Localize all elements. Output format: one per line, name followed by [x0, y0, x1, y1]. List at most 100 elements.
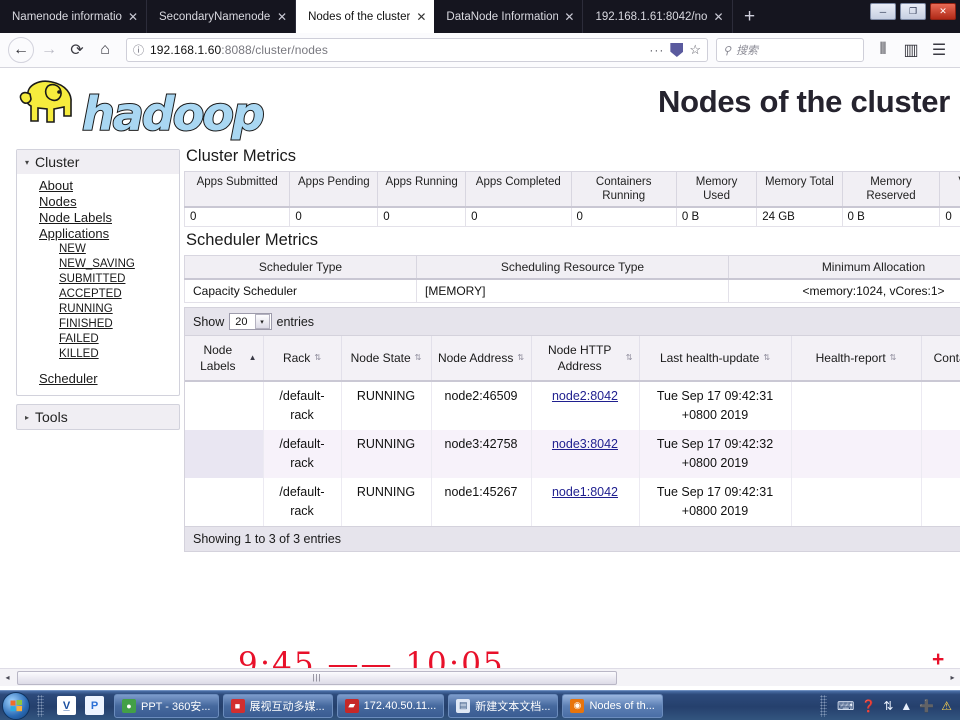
close-icon[interactable]: ✕ [713, 10, 723, 24]
powerpoint-icon[interactable]: P [85, 696, 104, 715]
sidebar-item-scheduler[interactable]: Scheduler [39, 371, 179, 387]
scroll-right-icon[interactable]: ▸ [945, 670, 960, 686]
library-icon[interactable]: ⦀ [870, 37, 896, 63]
chevron-down-icon[interactable]: ▾ [254, 314, 270, 329]
address-bar[interactable]: ⓘ 192.168.1.60:8088/cluster/nodes ··· ☆ [126, 38, 708, 62]
nodes-datatable: Show 20 ▾ entries Node Labels ▲ Rack ⇅ N… [184, 307, 960, 552]
taskbar-button-notepad[interactable]: ▤ 新建文本文档... [448, 693, 559, 718]
sort-icon[interactable]: ⇅ [626, 354, 633, 362]
th-last-health-update[interactable]: Last health-update ⇅ [639, 336, 792, 382]
th-containers[interactable]: Containers⇅ [921, 336, 960, 382]
sidebar-item-node-labels[interactable]: Node Labels [39, 210, 179, 226]
th-node-address[interactable]: Node Address ⇅ [431, 336, 532, 382]
sort-icon[interactable]: ⇅ [517, 354, 524, 362]
close-icon[interactable]: ✕ [416, 10, 426, 24]
browser-tab-4[interactable]: 192.168.1.61:8042/nod ✕ [583, 0, 733, 33]
search-bar[interactable]: ⚲ 搜索 [716, 38, 864, 62]
sidebar-item-applications[interactable]: Applications [39, 226, 179, 242]
sidebar-item-failed[interactable]: FAILED [59, 332, 179, 347]
th-health-report[interactable]: Health-report ⇅ [791, 336, 922, 382]
browser-tab-3[interactable]: DataNode Information ✕ [434, 0, 584, 33]
page-info-icon[interactable]: ⓘ [133, 42, 144, 58]
reload-icon[interactable]: ⟳ [64, 37, 90, 63]
horizontal-scrollbar[interactable]: ◂ ||| ▸ [0, 668, 960, 686]
home-icon[interactable]: ⌂ [92, 37, 118, 63]
th-apps-pending[interactable]: Apps Pending [289, 171, 379, 208]
keyboard-icon[interactable]: ⌨ [837, 699, 854, 713]
th-memory-reserved[interactable]: Memory Reserved [841, 171, 941, 208]
browser-tab-2[interactable]: Nodes of the cluster ✕ [296, 0, 435, 33]
sidebar-item-running[interactable]: RUNNING [59, 302, 179, 317]
sidebar-cluster-header[interactable]: ▾ Cluster [17, 150, 179, 174]
taskbar-button-zhanshi[interactable]: ■ 展视互动多媒... [222, 693, 333, 718]
hadoop-logo[interactable]: hadoop [14, 76, 304, 142]
page-size-select[interactable]: 20 ▾ [229, 313, 272, 330]
window-close-button[interactable]: ✕ [930, 3, 956, 20]
th-memory-total[interactable]: Memory Total [756, 171, 843, 208]
taskbar-button-172[interactable]: ▰ 172.40.50.11... [336, 693, 445, 718]
node-http-link[interactable]: node1:8042 [552, 485, 618, 499]
taskbar-grip[interactable] [37, 694, 44, 717]
restore-button[interactable]: ❐ [900, 3, 926, 20]
bookmark-star-icon[interactable]: ☆ [689, 42, 701, 58]
th-node-http-address[interactable]: Node HTTP Address ⇅ [531, 336, 640, 382]
network-icon[interactable]: ⇅ [883, 699, 893, 713]
sidebar-item-accepted[interactable]: ACCEPTED [59, 287, 179, 302]
taskbar-button-firefox[interactable]: ◉ Nodes of th... [562, 693, 663, 718]
sort-icon[interactable]: ⇅ [415, 354, 422, 362]
sidebar-item-nodes[interactable]: Nodes [39, 194, 179, 210]
scrollbar-thumb[interactable]: ||| [17, 670, 617, 685]
node-http-link[interactable]: node3:8042 [552, 437, 618, 451]
table-header-row: Apps Submitted Apps Pending Apps Running… [183, 171, 960, 208]
scroll-left-icon[interactable]: ◂ [0, 670, 15, 686]
update-icon[interactable]: ➕ [919, 699, 934, 713]
sort-asc-icon[interactable]: ▲ [249, 354, 257, 362]
th-memory-used[interactable]: Memory Used [675, 171, 758, 208]
new-tab-button[interactable]: + [733, 0, 767, 33]
close-icon[interactable]: ✕ [564, 10, 574, 24]
th-node-labels[interactable]: Node Labels ▲ [185, 336, 264, 382]
minimize-button[interactable]: ─ [870, 3, 896, 20]
sidebar-item-finished[interactable]: FINISHED [59, 317, 179, 332]
close-icon[interactable]: ✕ [277, 10, 287, 24]
sidebar-icon[interactable]: ▥ [898, 37, 924, 63]
visio-icon[interactable]: V̲ [57, 696, 76, 715]
start-button[interactable] [2, 691, 30, 720]
scrollbar-track[interactable]: ||| [15, 669, 945, 686]
sidebar-item-killed[interactable]: KILLED [59, 347, 179, 362]
sidebar-item-submitted[interactable]: SUBMITTED [59, 272, 179, 287]
sort-icon[interactable]: ⇅ [890, 354, 897, 362]
sort-icon[interactable]: ⇅ [763, 354, 770, 362]
th-containers-running[interactable]: Containers Running [570, 171, 677, 208]
th-apps-completed[interactable]: Apps Completed [465, 171, 572, 208]
th-scheduler-type[interactable]: Scheduler Type [184, 255, 417, 280]
th-scheduling-resource-type[interactable]: Scheduling Resource Type [416, 255, 729, 280]
tray-grip[interactable] [820, 694, 828, 717]
close-icon[interactable]: ✕ [128, 10, 138, 24]
th-vcores-used[interactable]: VCores Used [939, 171, 960, 208]
hamburger-menu-icon[interactable]: ☰ [926, 37, 952, 63]
forward-icon[interactable]: → [36, 37, 62, 63]
browser-tab-0[interactable]: Namenode informatio ✕ [0, 0, 148, 33]
sidebar-item-new-saving[interactable]: NEW_SAVING [59, 257, 179, 272]
node-http-link[interactable]: node2:8042 [552, 389, 618, 403]
action-center-icon[interactable]: ⚠ [941, 699, 952, 713]
back-icon[interactable]: ← [8, 37, 34, 63]
page-actions-icon[interactable]: ··· [649, 43, 664, 57]
th-rack[interactable]: Rack ⇅ [263, 336, 342, 382]
sidebar-item-about[interactable]: About [39, 178, 179, 194]
sidebar-item-new[interactable]: NEW [59, 242, 179, 257]
browser-tab-1[interactable]: SecondaryNamenode i ✕ [147, 0, 297, 33]
th-node-state[interactable]: Node State ⇅ [341, 336, 432, 382]
td-scheduling-resource-type: [MEMORY] [416, 278, 729, 303]
help-icon[interactable]: ❓ [861, 699, 876, 713]
show-hidden-icons-icon[interactable]: ▲ [900, 699, 912, 713]
sort-icon[interactable]: ⇅ [314, 354, 321, 362]
th-apps-submitted[interactable]: Apps Submitted [183, 171, 291, 208]
sidebar-tools-header[interactable]: ▸ Tools [17, 405, 179, 429]
shield-icon[interactable] [670, 43, 684, 57]
sidebar-tools-box[interactable]: ▸ Tools [16, 404, 180, 430]
th-apps-running[interactable]: Apps Running [377, 171, 467, 208]
taskbar-button-ppt[interactable]: ● PPT - 360安... [114, 693, 219, 718]
th-minimum-allocation[interactable]: Minimum Allocation [728, 255, 960, 280]
